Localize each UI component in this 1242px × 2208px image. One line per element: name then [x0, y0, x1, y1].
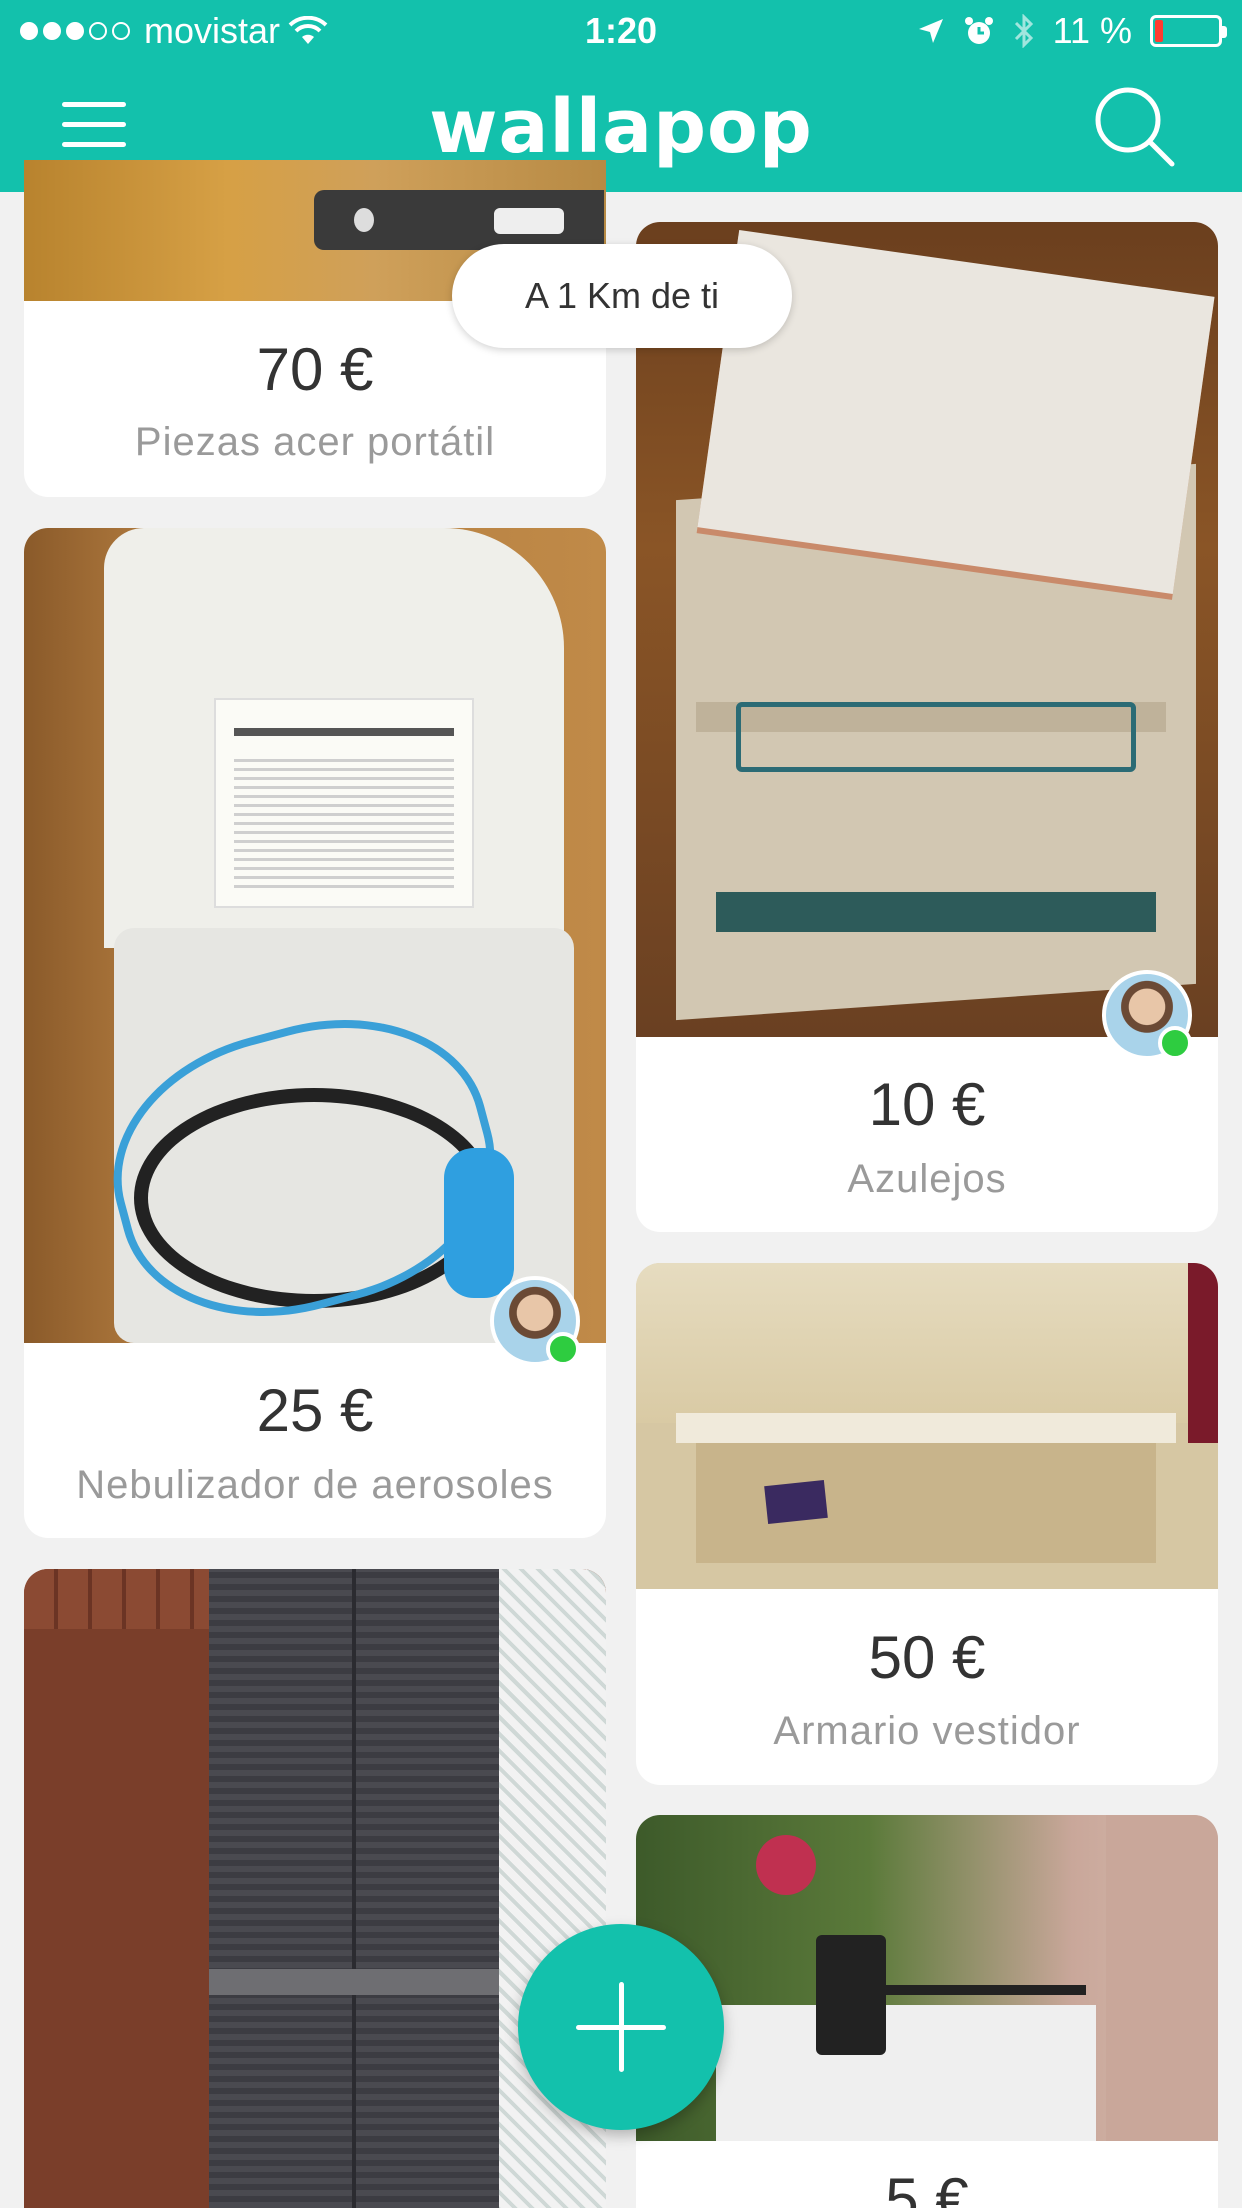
- product-card[interactable]: 50 € Armario vestidor: [636, 1263, 1218, 1785]
- add-product-button[interactable]: [518, 1924, 724, 2130]
- product-price: 50 €: [868, 1624, 986, 1691]
- distance-badge: A 1 Km de ti: [452, 244, 792, 348]
- product-photo: [636, 1815, 1218, 2141]
- product-card[interactable]: 10 € Azulejos: [636, 222, 1218, 1232]
- battery-icon: [1150, 15, 1227, 47]
- battery-percent: 11 %: [1052, 10, 1132, 51]
- product-card[interactable]: 25 € Nebulizador de aerosoles: [24, 528, 606, 1538]
- product-price: 10 €: [868, 1071, 986, 1138]
- app-logo: wallapop: [429, 84, 813, 170]
- product-title: Piezas acer portátil: [134, 420, 496, 464]
- alarm-icon: [964, 17, 993, 44]
- product-card[interactable]: 5 €: [636, 1815, 1218, 2208]
- online-status-icon: [546, 1332, 580, 1366]
- product-price: 5 €: [885, 2166, 969, 2208]
- product-photo: [636, 1263, 1218, 1589]
- product-title: Azulejos: [847, 1157, 1007, 1201]
- product-card[interactable]: [24, 1569, 606, 2208]
- product-title: Armario vestidor: [773, 1709, 1081, 1753]
- bluetooth-icon: [1014, 14, 1033, 48]
- product-price: 25 €: [256, 1377, 374, 1444]
- online-status-icon: [1158, 1026, 1192, 1060]
- status-bar: movistar 1:20 11 %: [0, 0, 1242, 62]
- status-right: 11 %: [917, 10, 1227, 52]
- product-photo: [24, 528, 606, 1343]
- search-button[interactable]: [1092, 84, 1178, 170]
- product-title: Nebulizador de aerosoles: [76, 1463, 554, 1507]
- location-arrow-icon: [918, 19, 943, 43]
- product-photo: [24, 1569, 606, 2208]
